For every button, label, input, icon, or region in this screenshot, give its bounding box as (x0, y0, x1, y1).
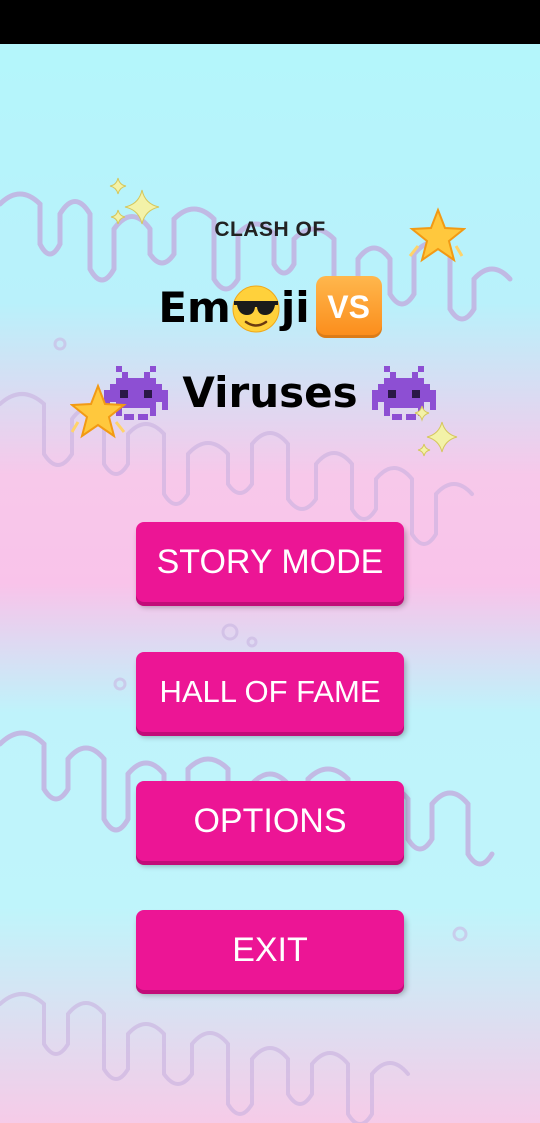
sparkles-icon (109, 177, 160, 225)
game-title: CLASH OF Em ji VS Viruses (0, 44, 540, 524)
sunglasses-face-icon (232, 285, 280, 333)
hall-of-fame-button[interactable]: HALL OF FAME (136, 652, 404, 732)
sparkles-icon (414, 405, 458, 457)
title-word-ji: ji (280, 282, 310, 332)
status-bar (0, 0, 540, 44)
options-button[interactable]: OPTIONS (136, 781, 404, 861)
title-line-emoji-vs: Em ji VS (0, 276, 540, 338)
title-word-viruses: Viruses (182, 367, 358, 417)
glowing-star-icon (408, 207, 466, 263)
exit-button[interactable]: EXIT (136, 910, 404, 990)
glowing-star-icon (70, 383, 127, 439)
game-screen: CLASH OF Em ji VS Viruses STORY MODE HAL… (0, 44, 540, 1123)
story-mode-button[interactable]: STORY MODE (136, 522, 404, 602)
title-word-em: Em (158, 282, 231, 332)
vs-badge-icon: VS (315, 276, 382, 338)
